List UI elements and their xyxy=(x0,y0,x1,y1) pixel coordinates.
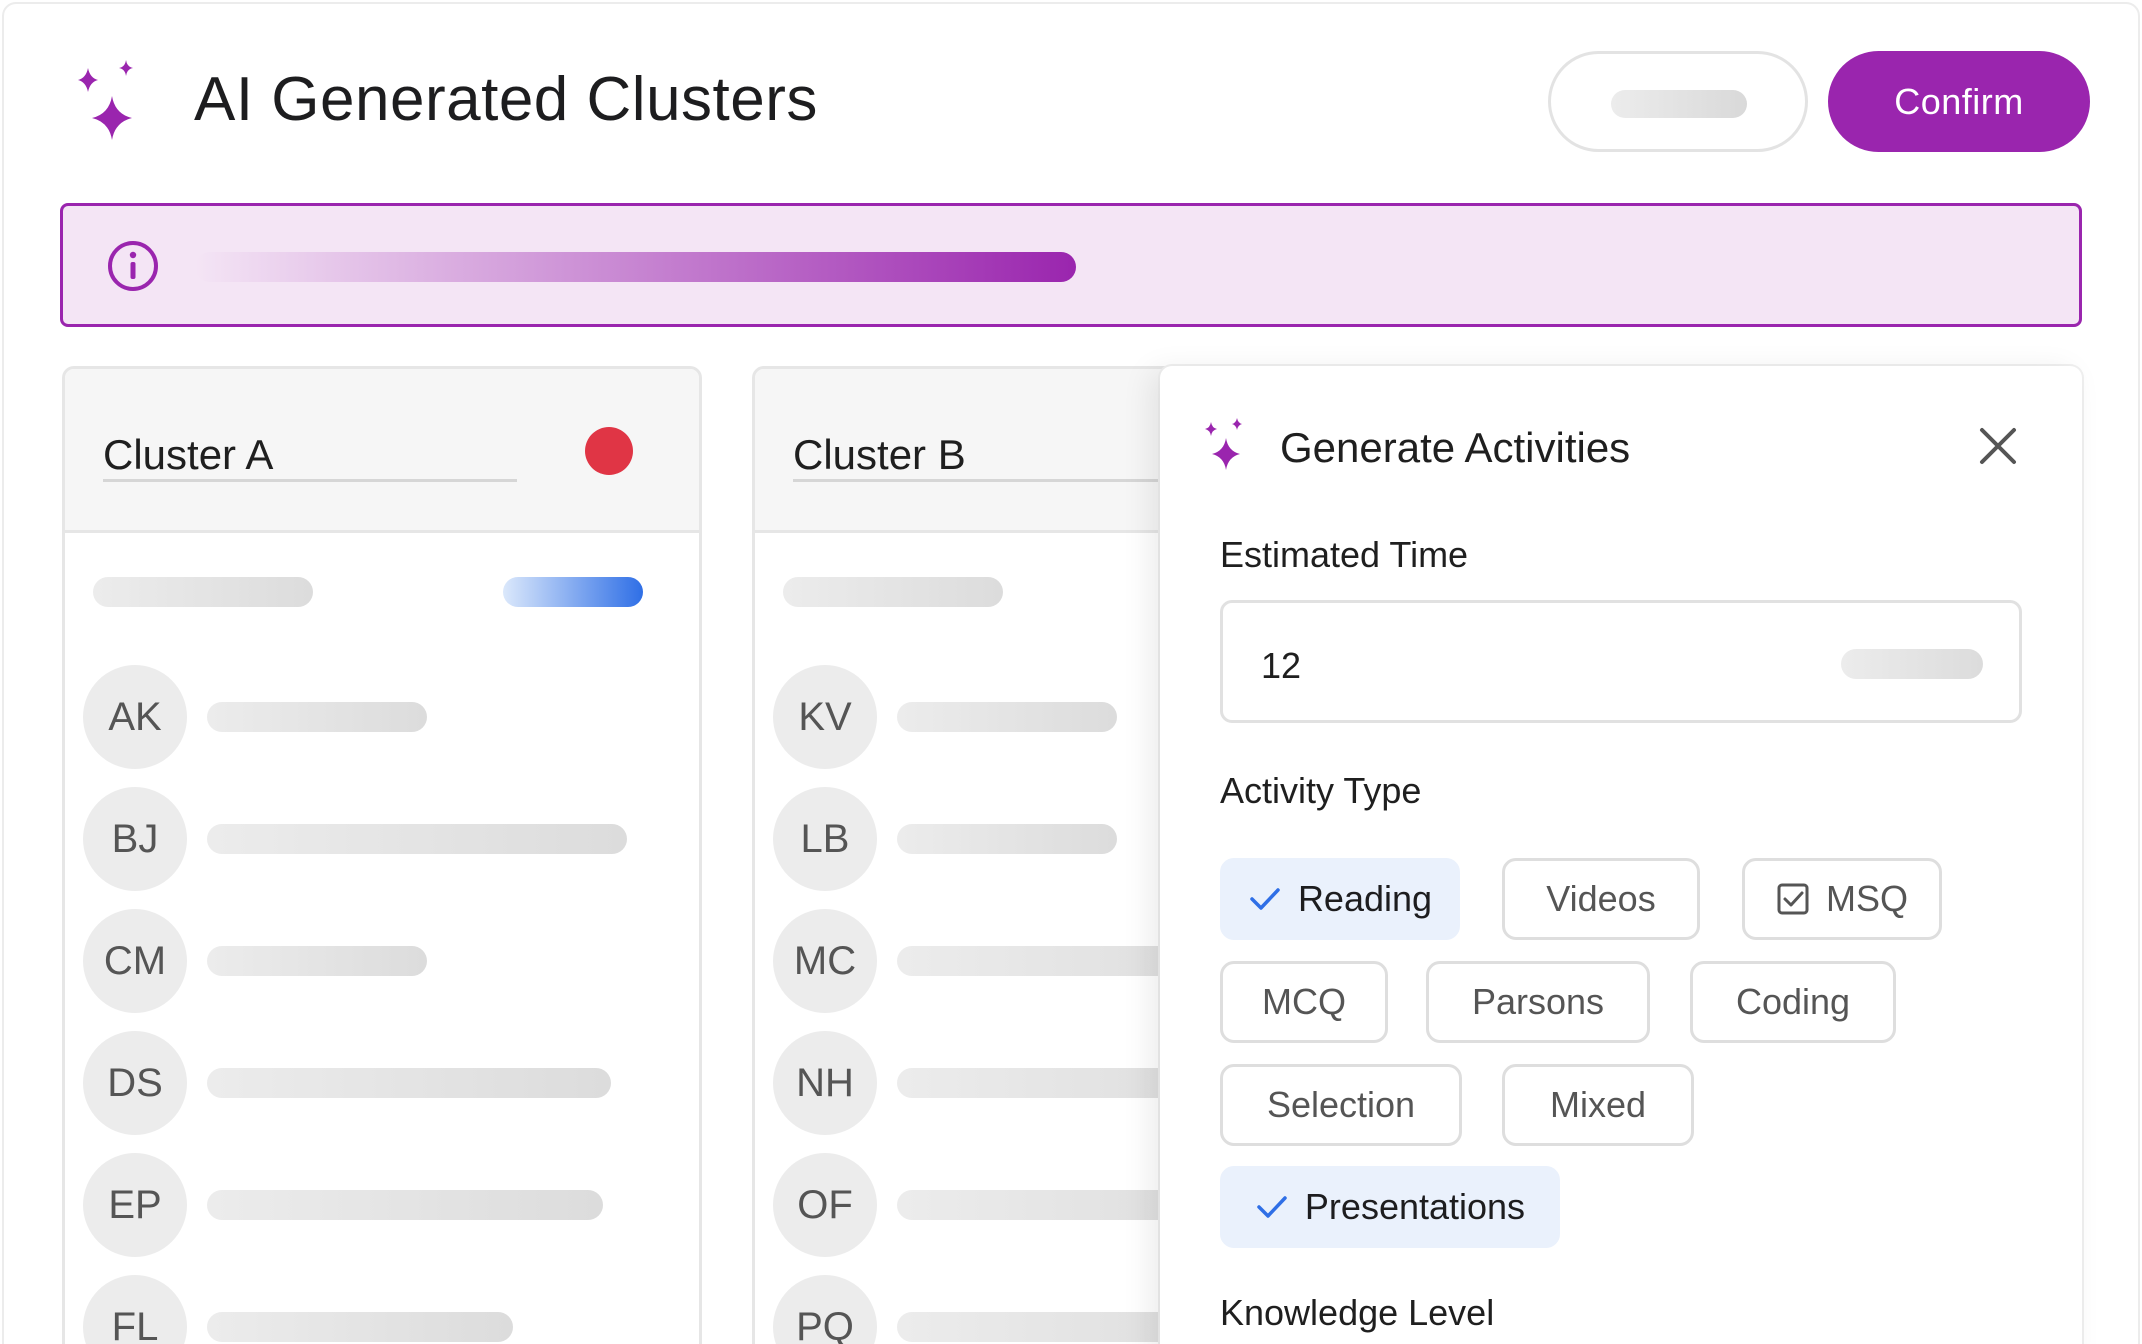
member-row[interactable]: DS xyxy=(83,1031,683,1135)
cluster-name[interactable]: Cluster B xyxy=(793,431,966,479)
sparkle-icon xyxy=(78,60,133,140)
unit-placeholder xyxy=(1841,649,1983,679)
activity-type-label: Activity Type xyxy=(1220,770,1422,811)
sparkle-icon xyxy=(1205,418,1242,470)
close-icon[interactable] xyxy=(1976,424,2020,468)
chip-label: Selection xyxy=(1266,1084,1416,1125)
knowledge-level-label: Knowledge Level xyxy=(1220,1292,1495,1333)
chip-label: Reading xyxy=(1297,878,1433,919)
avatar: FL xyxy=(83,1275,187,1344)
chip-label: MCQ xyxy=(1262,981,1346,1022)
chip-label: Mixed xyxy=(1549,1084,1647,1125)
member-name-placeholder xyxy=(207,1068,611,1098)
cluster-card-a[interactable]: Cluster A AK BJ CM DS EP FL xyxy=(62,366,702,1344)
generate-activities-panel: Generate Activities Estimated Time 12 Ac… xyxy=(1160,366,2082,1344)
member-name-placeholder xyxy=(897,702,1117,732)
avatar: CM xyxy=(83,909,187,1013)
cluster-name[interactable]: Cluster A xyxy=(103,431,273,479)
chip-label: Presentations xyxy=(1304,1186,1526,1227)
chip-presentations[interactable]: Presentations xyxy=(1220,1166,1560,1248)
secondary-button[interactable] xyxy=(1548,51,1808,152)
confirm-button[interactable]: Confirm xyxy=(1828,51,2090,152)
member-row[interactable]: BJ xyxy=(83,787,683,891)
chip-reading[interactable]: Reading xyxy=(1220,858,1460,940)
cluster-header: Cluster A xyxy=(65,369,699,533)
chip-msq[interactable]: MSQ xyxy=(1742,858,1942,940)
chip-parsons[interactable]: Parsons xyxy=(1426,961,1650,1043)
estimated-time-label: Estimated Time xyxy=(1220,534,1469,575)
chip-coding[interactable]: Coding xyxy=(1690,961,1896,1043)
page-title: AI Generated Clusters xyxy=(194,65,818,134)
cluster-name-underline xyxy=(103,479,517,482)
summary-placeholder xyxy=(93,577,313,607)
chip-mixed[interactable]: Mixed xyxy=(1502,1064,1694,1146)
score-indicator xyxy=(503,577,643,607)
progress-bar xyxy=(195,252,1419,282)
info-banner xyxy=(60,203,2082,327)
avatar: PQ xyxy=(773,1275,877,1344)
panel-title: Generate Activities xyxy=(1280,424,1631,471)
loading-placeholder xyxy=(1611,90,1747,118)
estimated-time-input[interactable]: 12 xyxy=(1220,600,2022,723)
member-name-placeholder xyxy=(207,702,427,732)
avatar: NH xyxy=(773,1031,877,1135)
chip-videos[interactable]: Videos xyxy=(1502,858,1700,940)
estimated-time-value: 12 xyxy=(1261,645,1302,686)
member-row[interactable]: AK xyxy=(83,665,683,769)
avatar: AK xyxy=(83,665,187,769)
avatar: EP xyxy=(83,1153,187,1257)
member-row[interactable]: CM xyxy=(83,909,683,1013)
chip-label: Parsons xyxy=(1471,981,1605,1022)
check-icon xyxy=(1250,888,1280,910)
avatar: BJ xyxy=(83,787,187,891)
member-row[interactable]: FL xyxy=(83,1275,683,1344)
chip-mcq[interactable]: MCQ xyxy=(1220,961,1388,1043)
check-icon xyxy=(1257,1196,1287,1218)
avatar: OF xyxy=(773,1153,877,1257)
chip-selection[interactable]: Selection xyxy=(1220,1064,1462,1146)
chip-label: Coding xyxy=(1735,981,1851,1022)
avatar: LB xyxy=(773,787,877,891)
avatar: DS xyxy=(83,1031,187,1135)
member-name-placeholder xyxy=(207,824,627,854)
progress-fill xyxy=(195,252,1077,282)
info-icon xyxy=(108,241,158,291)
checkbox-icon xyxy=(1777,883,1809,915)
avatar: KV xyxy=(773,665,877,769)
summary-placeholder xyxy=(783,577,1003,607)
cluster-name-underline xyxy=(793,479,1207,482)
status-dot xyxy=(585,427,633,475)
member-name-placeholder xyxy=(207,1190,603,1220)
chip-label: MSQ xyxy=(1825,878,1908,919)
member-name-placeholder xyxy=(207,946,427,976)
member-row[interactable]: EP xyxy=(83,1153,683,1257)
avatar: MC xyxy=(773,909,877,1013)
chip-label: Videos xyxy=(1546,878,1656,919)
member-name-placeholder xyxy=(897,824,1117,854)
member-name-placeholder xyxy=(207,1312,513,1342)
